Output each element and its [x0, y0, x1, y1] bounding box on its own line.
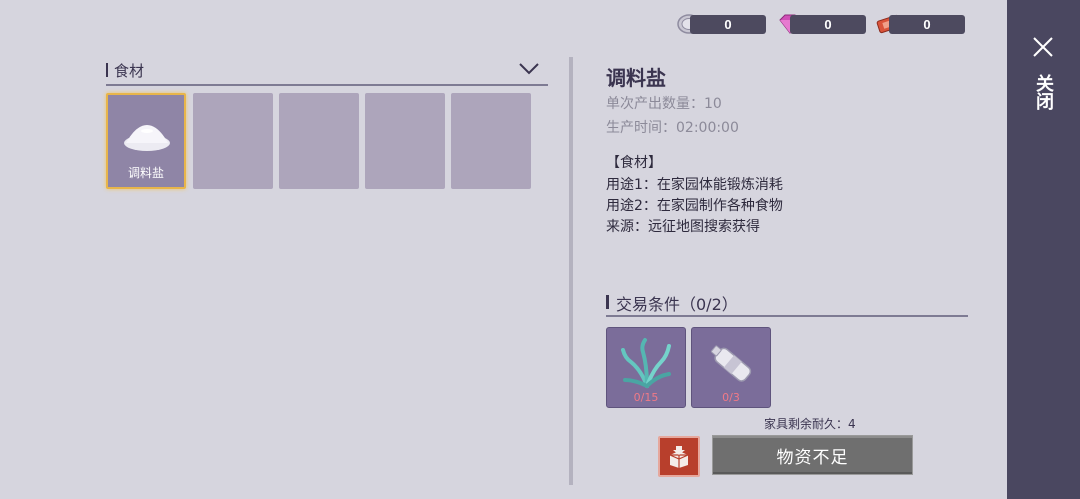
output-quantity: 单次产出数量：10 — [606, 96, 722, 112]
item-category-tag: 【食材】 — [606, 155, 662, 171]
inventory-slot-salt[interactable]: 调料盐 — [106, 93, 186, 189]
section-marker — [106, 63, 108, 77]
requirement-seaweed[interactable]: 0/15 — [606, 327, 686, 408]
close-label[interactable]: 关闭 — [1032, 74, 1054, 110]
category-label: 食材 — [114, 62, 145, 80]
requirement-count: 0/3 — [722, 391, 740, 404]
diamond-count: 0 — [790, 15, 866, 34]
trade-conditions-header: 交易条件（0/2） — [606, 291, 968, 317]
box-button[interactable] — [658, 436, 700, 477]
category-dropdown[interactable]: 食材 — [106, 60, 548, 86]
inventory-slot-empty[interactable] — [365, 93, 445, 189]
panel-divider — [569, 57, 573, 485]
chevron-down-icon[interactable] — [518, 60, 540, 76]
salt-icon — [124, 125, 170, 151]
item-use-2: 用途2：在家园制作各种食物 — [606, 198, 783, 214]
seaweed-icon — [621, 338, 671, 388]
water-bottle-icon — [710, 345, 752, 382]
production-time: 生产时间：02:00:00 — [606, 120, 739, 136]
ticket-count: 0 — [889, 15, 965, 34]
coin-count: 0 — [690, 15, 766, 34]
box-icon — [669, 446, 689, 468]
inventory-slot-empty[interactable] — [279, 93, 359, 189]
inventory-slot-empty[interactable] — [451, 93, 531, 189]
slot-label: 调料盐 — [127, 166, 164, 180]
requirement-count: 0/15 — [633, 391, 659, 404]
inventory-slot-empty[interactable] — [193, 93, 273, 189]
trade-conditions-label: 交易条件（0/2） — [616, 295, 738, 314]
section-marker — [606, 295, 609, 309]
insufficient-materials-button[interactable]: 物资不足 — [712, 435, 913, 475]
item-use-1: 用途1：在家园体能锻炼消耗 — [606, 177, 783, 193]
item-title: 调料盐 — [606, 66, 666, 90]
furniture-durability: 家具剩余耐久：4 — [764, 417, 856, 431]
requirement-water-bottle[interactable]: 0/3 — [691, 327, 771, 408]
close-icon[interactable] — [1032, 36, 1054, 58]
item-source: 来源：远征地图搜索获得 — [606, 219, 760, 235]
